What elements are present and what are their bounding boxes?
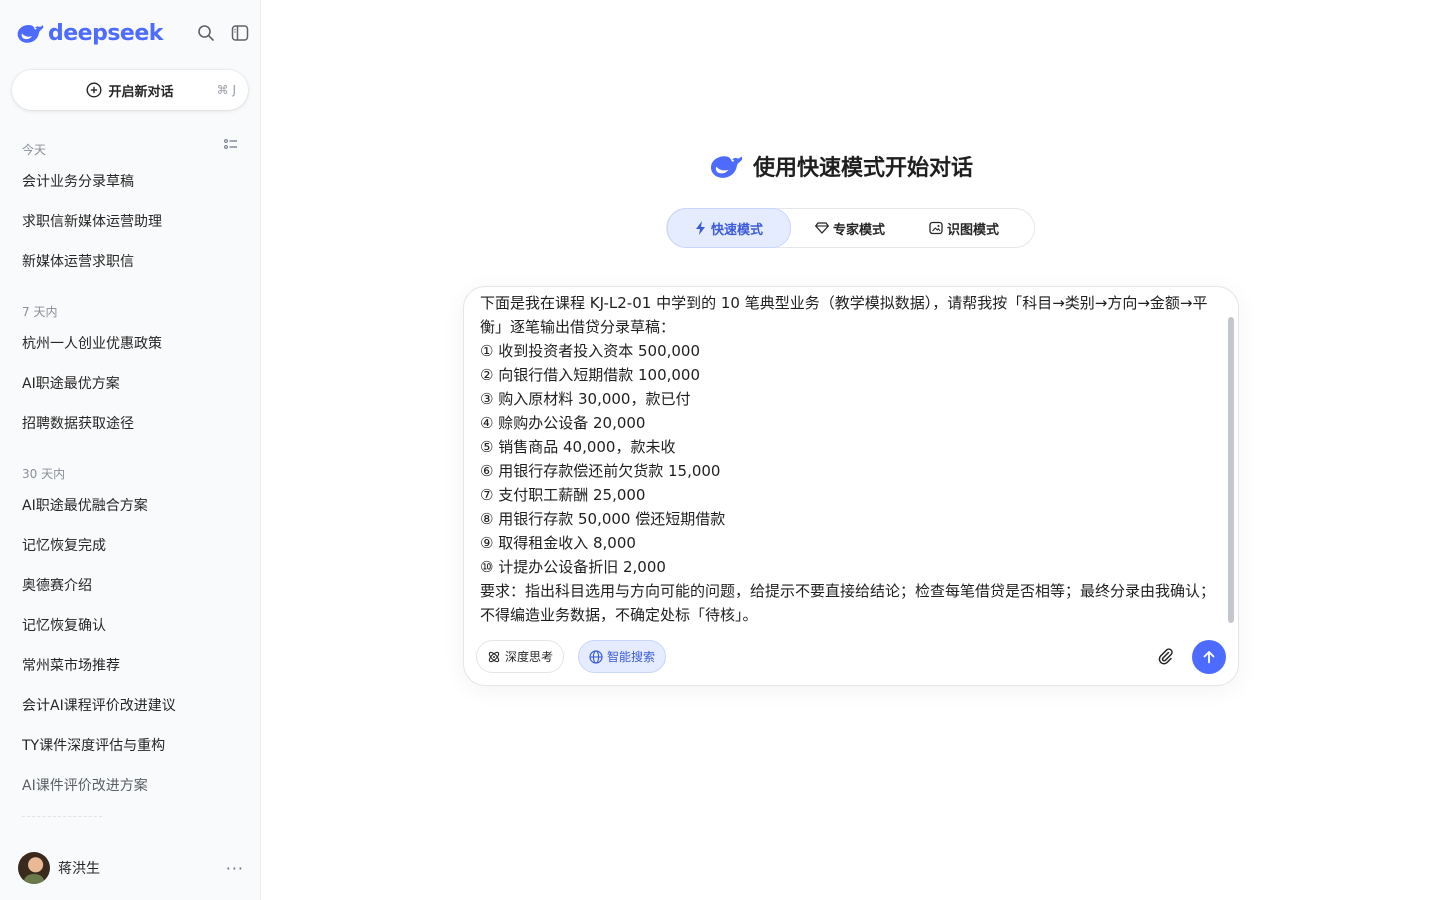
tab-fast-mode[interactable]: 快速模式 xyxy=(667,208,791,248)
welcome-headline: 使用快速模式开始对话 xyxy=(709,148,973,184)
mode-switcher: 快速模式 专家模式 识图模式 xyxy=(666,208,1035,248)
message-input[interactable]: 下面是我在课程 KJ-L2-01 中学到的 10 笔典型业务（教学模拟数据），请… xyxy=(480,291,1220,631)
history-item[interactable]: 记忆恢复确认 xyxy=(22,615,242,635)
main-area: 使用快速模式开始对话 快速模式 专家模式 识图模式 下面是我在课程 KJ-L2-… xyxy=(261,0,1440,900)
history-item[interactable]: AI课件评价改进方案 xyxy=(22,775,242,795)
search-icon[interactable] xyxy=(195,22,217,44)
brand-name: deepseek xyxy=(48,20,163,46)
arrow-up-icon xyxy=(1203,651,1215,664)
manage-history-icon[interactable] xyxy=(222,136,240,154)
new-chat-label: 开启新对话 xyxy=(108,84,174,100)
diamond-icon xyxy=(815,222,829,234)
history-item[interactable]: 求职信新媒体运营助理 xyxy=(22,211,242,231)
history-overflow-fade xyxy=(22,816,102,824)
plus-circle-icon xyxy=(86,82,102,98)
section-label-30-days: 30 天内 xyxy=(22,467,66,481)
attach-file-icon[interactable] xyxy=(1154,645,1176,667)
scrollbar[interactable] xyxy=(1228,317,1234,623)
whale-logo-icon xyxy=(17,24,44,43)
history-item[interactable]: TY课件深度评估与重构 xyxy=(22,735,242,755)
deep-think-button[interactable]: 深度思考 xyxy=(476,640,565,673)
mode-label: 识图模式 xyxy=(946,222,999,238)
mode-label: 快速模式 xyxy=(710,222,763,238)
brand-logo[interactable]: deepseek xyxy=(16,20,163,46)
whale-logo-icon xyxy=(710,156,743,178)
new-chat-shortcut: ⌘ J xyxy=(216,83,236,97)
section-label-7-days: 7 天内 xyxy=(22,305,58,319)
history-item[interactable]: 招聘数据获取途径 xyxy=(22,413,242,433)
globe-icon xyxy=(589,649,603,664)
history-item[interactable]: AI职途最优融合方案 xyxy=(22,495,242,515)
history-item[interactable]: 常州菜市场推荐 xyxy=(22,655,242,675)
history-item[interactable]: 记忆恢复完成 xyxy=(22,535,242,555)
new-chat-button[interactable]: 开启新对话 ⌘ J xyxy=(12,70,248,110)
sidebar: deepseek 开启新对话 ⌘ J 今天 会计业务分录草稿 求职信新媒体运营助… xyxy=(0,0,261,900)
history-item[interactable]: 会计业务分录草稿 xyxy=(22,171,242,191)
tab-expert-mode[interactable]: 专家模式 xyxy=(791,209,909,247)
deep-think-label: 深度思考 xyxy=(505,650,554,664)
avatar xyxy=(18,852,50,884)
history-item[interactable]: 杭州一人创业优惠政策 xyxy=(22,333,242,353)
history-item[interactable]: AI职途最优方案 xyxy=(22,373,242,393)
page-title: 使用快速模式开始对话 xyxy=(753,156,974,181)
tab-image-mode[interactable]: 识图模式 xyxy=(909,209,1019,247)
image-scan-icon xyxy=(929,221,943,235)
send-button[interactable] xyxy=(1192,640,1226,674)
chat-composer: 下面是我在课程 KJ-L2-01 中学到的 10 笔典型业务（教学模拟数据），请… xyxy=(463,286,1239,686)
history-item[interactable]: 会计AI课程评价改进建议 xyxy=(22,695,242,715)
user-name: 蒋洪生 xyxy=(58,861,100,877)
user-profile[interactable]: 蒋洪生 ··· xyxy=(18,852,244,884)
mode-label: 专家模式 xyxy=(832,222,885,238)
section-label-today: 今天 xyxy=(22,143,47,157)
web-search-button[interactable]: 智能搜索 xyxy=(578,640,667,673)
atom-icon xyxy=(488,651,500,662)
more-options-icon[interactable]: ··· xyxy=(226,859,244,878)
history-item[interactable]: 奥德赛介绍 xyxy=(22,575,242,595)
history-item[interactable]: 新媒体运营求职信 xyxy=(22,251,242,271)
collapse-sidebar-icon[interactable] xyxy=(229,22,251,44)
bolt-icon xyxy=(695,221,705,235)
web-search-label: 智能搜索 xyxy=(607,650,656,664)
